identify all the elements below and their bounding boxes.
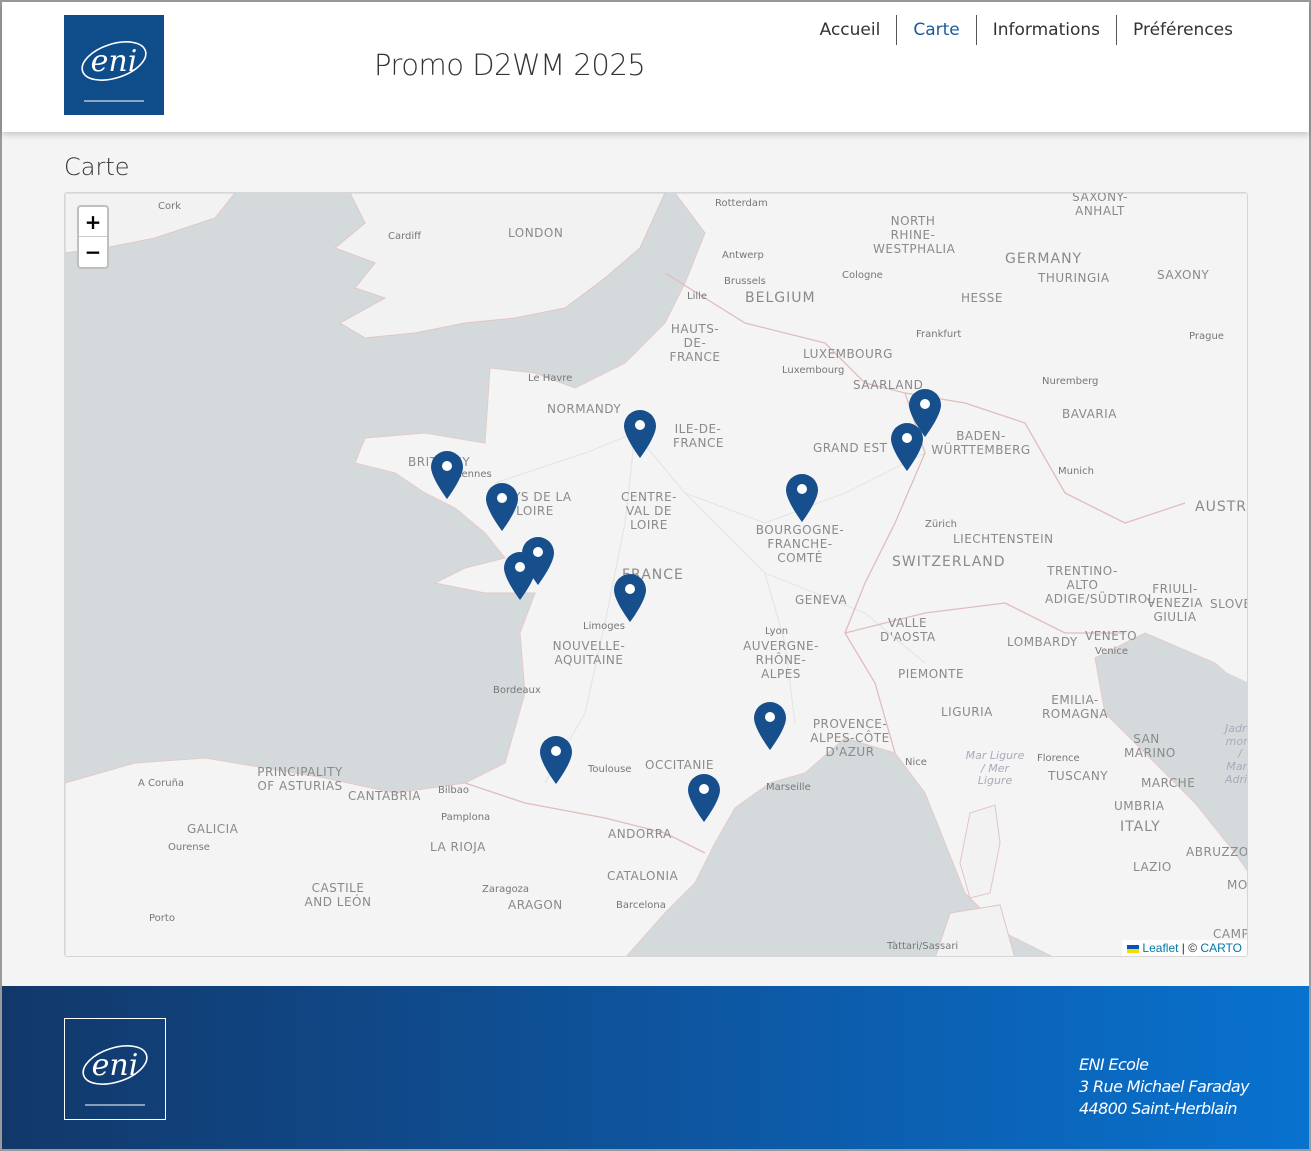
- svg-text:eni: eni: [92, 1048, 139, 1083]
- map-pin-icon: [486, 483, 518, 531]
- eni-logo-icon: eni: [81, 41, 147, 102]
- map-pin-icon: [754, 702, 786, 750]
- nav-accueil[interactable]: Accueil: [804, 15, 897, 45]
- map-pin-icon: [614, 574, 646, 622]
- attribution-separator: | ©: [1178, 941, 1201, 955]
- map-marker[interactable]: [485, 482, 519, 532]
- eni-logo-icon: eni: [82, 1045, 148, 1106]
- zoom-out-button[interactable]: −: [79, 237, 107, 267]
- map-marker[interactable]: [503, 551, 537, 601]
- map-marker[interactable]: [785, 473, 819, 523]
- zoom-in-button[interactable]: +: [79, 207, 107, 237]
- zoom-control: + −: [77, 205, 109, 269]
- ukraine-flag-icon: [1127, 944, 1140, 953]
- site-title: Promo D2WM 2025: [374, 48, 646, 82]
- map-pin-icon: [431, 451, 463, 499]
- site-header: eni Promo D2WM 2025 Accueil Carte Inform…: [2, 2, 1309, 132]
- map-marker[interactable]: [890, 422, 924, 472]
- address-line: 44800 Saint-Herblain: [1078, 1099, 1238, 1118]
- main-nav: Accueil Carte Informations Préférences: [804, 15, 1249, 45]
- map-marker[interactable]: [623, 409, 657, 459]
- map-pin-icon: [786, 474, 818, 522]
- map-basemap[interactable]: [65, 193, 1248, 957]
- page-title: Carte: [64, 153, 130, 181]
- map-container[interactable]: Cork Cardiff LONDON Rotterdam Antwerp Br…: [64, 192, 1248, 957]
- nav-informations[interactable]: Informations: [975, 15, 1116, 45]
- site-footer: eni ENI Ecole 3 Rue Michael Faraday 4480…: [2, 986, 1309, 1149]
- map-marker[interactable]: [687, 773, 721, 823]
- carto-link[interactable]: CARTO: [1200, 941, 1242, 955]
- nav-preferences[interactable]: Préférences: [1116, 15, 1249, 45]
- map-pin-icon: [891, 423, 923, 471]
- map-marker[interactable]: [753, 701, 787, 751]
- nav-carte[interactable]: Carte: [896, 15, 975, 45]
- footer-eni-logo[interactable]: eni: [64, 1018, 166, 1120]
- map-attribution: Leaflet | © CARTO: [1122, 940, 1247, 956]
- map-pin-icon: [688, 774, 720, 822]
- address-line: ENI Ecole: [1078, 1055, 1149, 1074]
- leaflet-link[interactable]: Leaflet: [1142, 941, 1178, 955]
- map-marker[interactable]: [613, 573, 647, 623]
- footer-address: ENI Ecole 3 Rue Michael Faraday 44800 Sa…: [1078, 1054, 1250, 1120]
- map-pin-icon: [540, 736, 572, 784]
- address-line: 3 Rue Michael Faraday: [1078, 1077, 1250, 1096]
- map-pin-icon: [504, 552, 536, 600]
- map-marker[interactable]: [539, 735, 573, 785]
- map-marker[interactable]: [430, 450, 464, 500]
- eni-logo[interactable]: eni: [64, 15, 164, 115]
- map-pin-icon: [624, 410, 656, 458]
- svg-text:eni: eni: [91, 44, 138, 79]
